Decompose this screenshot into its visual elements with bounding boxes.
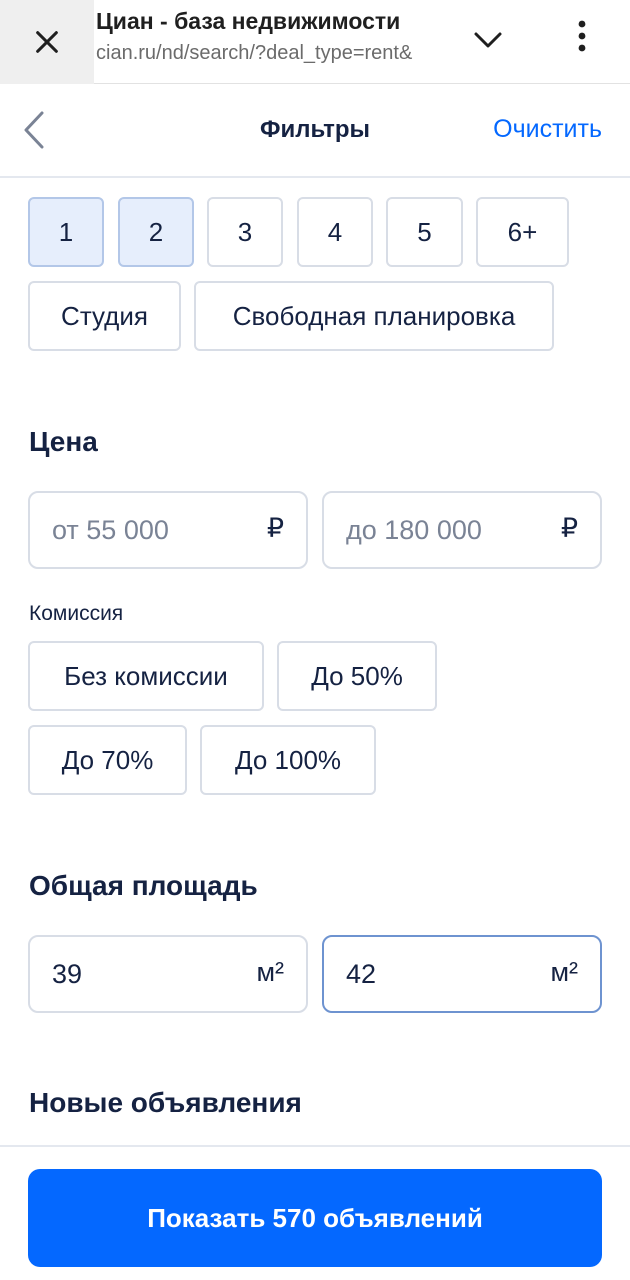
area-from-field[interactable]: 39 м² [28,935,308,1013]
room-option-1[interactable]: 1 [28,197,104,267]
price-to-field[interactable]: до 180 000 ₽ [322,491,602,569]
show-results-button[interactable]: Показать 570 объявлений [28,1169,602,1267]
browser-page-title: Циан - база недвижимости [96,8,401,34]
divider [0,1145,630,1147]
expand-button[interactable] [468,20,508,60]
room-option-4[interactable]: 4 [297,197,373,267]
commission-70-option[interactable]: До 70% [28,725,187,795]
area-to-value: 42 [346,959,377,989]
commission-100-option[interactable]: До 100% [200,725,376,795]
area-section-title: Общая площадь [29,870,258,901]
chevron-down-icon [474,32,502,48]
more-vertical-icon [578,20,586,52]
area-from-value: 39 [52,959,83,989]
area-to-field[interactable]: 42 м² [322,935,602,1013]
room-option-3[interactable]: 3 [207,197,283,267]
room-option-6plus[interactable]: 6+ [476,197,569,267]
room-option-2[interactable]: 2 [118,197,194,267]
browser-toolbar: Циан - база недвижимости cian.ru/nd/sear… [0,0,630,84]
area-unit: м² [256,957,284,987]
close-tab-button[interactable] [0,0,94,84]
price-to-placeholder: до 180 000 [346,515,482,545]
new-listings-section-title: Новые объявления [29,1087,302,1118]
filters-header: Фильтры Очистить [0,84,630,178]
more-menu-button[interactable] [562,16,602,56]
price-section-title: Цена [29,426,98,457]
free-layout-option[interactable]: Свободная планировка [194,281,554,351]
price-from-field[interactable]: от 55 000 ₽ [28,491,308,569]
browser-url[interactable]: cian.ru/nd/search/?deal_type=rent& [96,42,441,65]
commission-none-option[interactable]: Без комиссии [28,641,264,711]
clear-button[interactable]: Очистить [493,115,602,144]
ruble-sign: ₽ [560,513,578,543]
commission-50-option[interactable]: До 50% [277,641,437,711]
close-icon [36,31,58,53]
area-unit: м² [550,957,578,987]
studio-option[interactable]: Студия [28,281,181,351]
price-from-placeholder: от 55 000 [52,515,169,545]
room-option-5[interactable]: 5 [386,197,463,267]
ruble-sign: ₽ [266,513,284,543]
commission-label: Комиссия [29,602,124,625]
